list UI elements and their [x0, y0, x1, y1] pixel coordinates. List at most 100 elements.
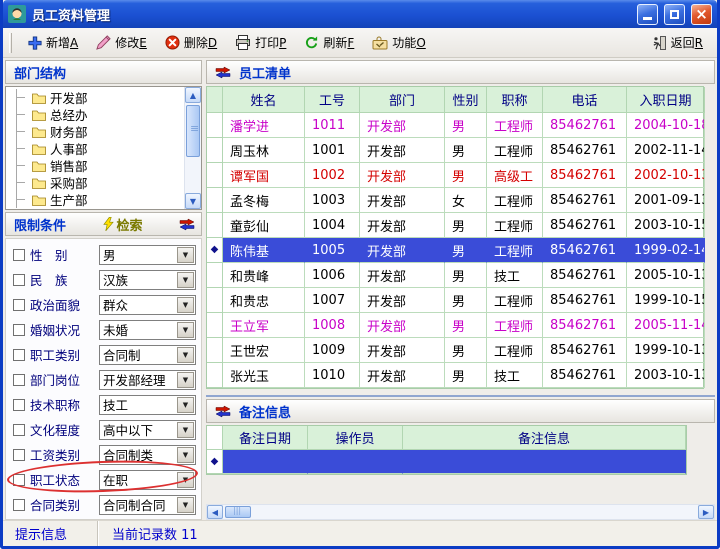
table-row[interactable]: 和贵忠1007开发部男工程师854627611999-10-15	[207, 288, 703, 313]
delete-icon	[165, 35, 180, 50]
close-button[interactable]: ×	[691, 4, 712, 25]
ethnic-select[interactable]: 汉族▼	[99, 270, 196, 290]
row-selector	[207, 213, 223, 238]
table-row[interactable]: 谭军国1002开发部男高级工854627612002-10-13	[207, 163, 703, 188]
chevron-down-icon[interactable]: ▼	[177, 322, 194, 338]
scrollbar-thumb[interactable]	[225, 506, 251, 518]
emp-type-select[interactable]: 合同制▼	[99, 345, 196, 365]
chevron-down-icon[interactable]: ▼	[177, 422, 194, 438]
filter-checkbox[interactable]	[13, 424, 25, 436]
window-title: 员工资料管理	[32, 5, 631, 24]
scroll-right-icon[interactable]: ▶	[698, 505, 714, 519]
row-selector: ◆	[207, 450, 223, 474]
row-selector	[207, 363, 223, 388]
education-select[interactable]: 高中以下▼	[99, 420, 196, 440]
chevron-down-icon[interactable]: ▼	[177, 297, 194, 313]
dept-tree-list: 开发部 总经办 财务部 人事部	[6, 87, 184, 209]
row-selector: ◆	[207, 238, 223, 263]
table-row[interactable]: 王世宏1009开发部男工程师854627611999-10-13	[207, 338, 703, 363]
tree-item-purchase[interactable]: 采购部	[6, 174, 184, 191]
chevron-down-icon[interactable]: ▼	[177, 272, 194, 288]
filter-checkbox[interactable]	[13, 249, 25, 261]
table-row[interactable]: 张光玉1010开发部男技工854627612003-10-13	[207, 363, 703, 388]
filter-checkbox[interactable]	[13, 499, 25, 511]
marriage-select[interactable]: 未婚▼	[99, 320, 196, 340]
chevron-down-icon[interactable]: ▼	[177, 372, 194, 388]
position-select[interactable]: 开发部经理▼	[99, 370, 196, 390]
filter-checkbox[interactable]	[13, 474, 25, 486]
tree-item-gm[interactable]: 总经办	[6, 106, 184, 123]
maximize-button[interactable]	[664, 4, 685, 25]
chevron-down-icon[interactable]: ▼	[177, 497, 194, 513]
search-button[interactable]: 检索	[103, 215, 143, 234]
scrollbar-thumb[interactable]	[186, 105, 200, 157]
table-row[interactable]: 孟冬梅1003开发部女工程师854627612001-09-13	[207, 188, 703, 213]
filter-checkbox[interactable]	[13, 349, 25, 361]
filter-row-position: 部门岗位 开发部经理▼	[6, 367, 201, 392]
folder-icon	[32, 92, 46, 104]
row-selector	[207, 113, 223, 138]
horizontal-scrollbar[interactable]: ◀ ▶	[206, 504, 715, 520]
tree-scrollbar[interactable]: ▲ ▼	[184, 87, 201, 209]
delete-button[interactable]: 删除D	[159, 31, 223, 54]
row-selector	[207, 163, 223, 188]
add-button[interactable]: 新增A	[22, 31, 84, 54]
filter-row-sex: 性 别 男▼	[6, 242, 201, 267]
filter-checkbox[interactable]	[13, 274, 25, 286]
remark-row-selected[interactable]: ◆	[207, 450, 686, 474]
swap-arrows-icon	[215, 405, 231, 418]
table-row[interactable]: 王立军1008开发部男工程师854627612005-11-14	[207, 313, 703, 338]
employee-table: 姓名 工号 部门 性别 职称 电话 入职日期 潘学进1011开发部男工程师854…	[206, 86, 704, 389]
function-button[interactable]: 功能O	[366, 31, 431, 54]
filter-checkbox[interactable]	[13, 399, 25, 411]
filter-row-education: 文化程度 高中以下▼	[6, 417, 201, 442]
app-window: 员工资料管理 × 新增A 修改E 删除D 打印P 刷新F 功能O	[0, 0, 720, 549]
emp-status-select[interactable]: 在职▼	[99, 470, 196, 490]
scroll-down-icon[interactable]: ▼	[185, 193, 201, 209]
table-row[interactable]: 和贵峰1006开发部男技工854627612005-10-13	[207, 263, 703, 288]
refresh-button[interactable]: 刷新F	[298, 31, 360, 54]
chevron-down-icon[interactable]: ▼	[177, 247, 194, 263]
minimize-button[interactable]	[637, 4, 658, 25]
table-row-selected[interactable]: ◆ 陈伟基1005开发部男工程师854627611999-02-14	[207, 238, 703, 263]
swap-arrows-icon	[179, 218, 195, 231]
filter-checkbox[interactable]	[13, 299, 25, 311]
tech-title-select[interactable]: 技工▼	[99, 395, 196, 415]
folder-icon	[32, 194, 46, 206]
return-button[interactable]: 返回R	[645, 31, 709, 54]
filter-checkbox[interactable]	[13, 324, 25, 336]
status-bar: 提示信息 当前记录数 11	[3, 520, 717, 546]
titlebar: 员工资料管理 ×	[3, 0, 717, 28]
filter-checkbox[interactable]	[13, 449, 25, 461]
scroll-left-icon[interactable]: ◀	[207, 505, 223, 519]
folder-icon	[32, 143, 46, 155]
scroll-up-icon[interactable]: ▲	[185, 87, 201, 103]
print-button[interactable]: 打印P	[229, 31, 292, 54]
chevron-down-icon[interactable]: ▼	[177, 447, 194, 463]
dept-tree: 开发部 总经办 财务部 人事部	[5, 86, 202, 210]
table-row[interactable]: 童彭仙1004开发部男工程师854627612003-10-15	[207, 213, 703, 238]
filter-row-political: 政治面貌 群众▼	[6, 292, 201, 317]
sex-select[interactable]: 男▼	[99, 245, 196, 265]
salary-type-select[interactable]: 合同制类▼	[99, 445, 196, 465]
chevron-down-icon[interactable]: ▼	[177, 472, 194, 488]
tree-item-sales[interactable]: 销售部	[6, 157, 184, 174]
status-hint: 提示信息	[3, 521, 98, 546]
chevron-down-icon[interactable]: ▼	[177, 347, 194, 363]
filter-checkbox[interactable]	[13, 374, 25, 386]
tree-item-hr[interactable]: 人事部	[6, 140, 184, 157]
table-row[interactable]: 潘学进1011开发部男工程师854627612004-10-18	[207, 113, 703, 138]
tree-item-production[interactable]: 生产部	[6, 191, 184, 208]
tree-item-finance[interactable]: 财务部	[6, 123, 184, 140]
edit-button[interactable]: 修改E	[90, 31, 153, 54]
close-icon: ×	[695, 7, 708, 22]
filter-panel: 性 别 男▼ 民 族 汉族▼ 政治面貌 群众▼ 婚姻状况 未婚▼	[5, 238, 202, 520]
filter-row-salary-type: 工资类别 合同制类▼	[6, 442, 201, 467]
chevron-down-icon[interactable]: ▼	[177, 397, 194, 413]
table-row[interactable]: 周玉林1001开发部男工程师854627612002-11-14	[207, 138, 703, 163]
folder-icon	[32, 160, 46, 172]
tree-item-dev[interactable]: 开发部	[6, 89, 184, 106]
folder-icon	[32, 126, 46, 138]
political-select[interactable]: 群众▼	[99, 295, 196, 315]
contract-type-select[interactable]: 合同制合同▼	[99, 495, 196, 515]
